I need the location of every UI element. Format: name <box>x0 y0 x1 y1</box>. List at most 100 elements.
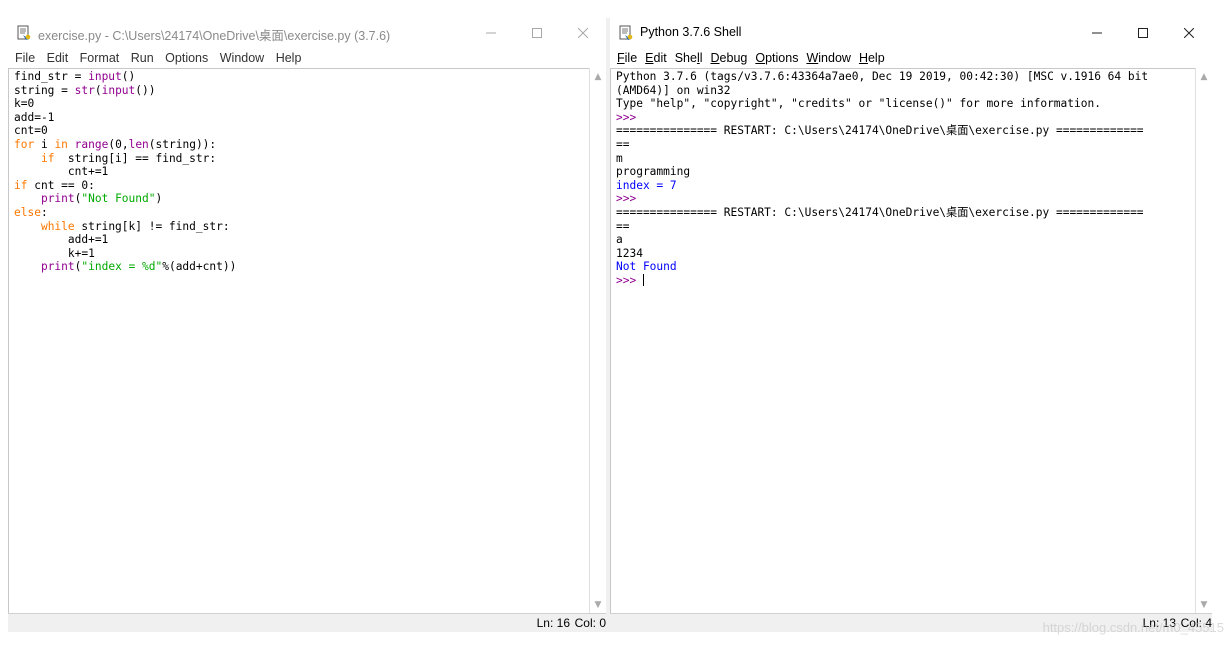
editor-titlebar[interactable]: exercise.py - C:\Users\24174\OneDrive\桌面… <box>8 18 606 48</box>
editor-window: exercise.py - C:\Users\24174\OneDrive\桌面… <box>8 18 606 632</box>
close-icon <box>577 27 589 39</box>
code-token: for <box>14 137 35 151</box>
minimize-button[interactable] <box>1074 18 1120 48</box>
editor-text-area[interactable]: find_str = input() string = str(input()) k… <box>8 68 590 614</box>
code-line: cnt+=1 <box>14 165 590 179</box>
code-line: k+=1 <box>14 247 590 261</box>
menu-edit[interactable]: Edit <box>645 48 667 68</box>
shell-line: >>> <box>616 111 1196 125</box>
menu-help[interactable]: Help <box>276 48 302 68</box>
shell-line: a <box>616 233 1196 247</box>
minimize-icon <box>1092 32 1102 34</box>
maximize-icon <box>1138 28 1148 38</box>
shell-line: (AMD64)] on win32 <box>616 84 1196 98</box>
scroll-down-icon[interactable]: ▼ <box>1196 598 1212 612</box>
code-token: == <box>616 219 630 233</box>
shell-line: >>> <box>616 192 1196 206</box>
shell-line: == <box>616 220 1196 234</box>
code-token: : <box>40 205 48 219</box>
code-token: =============== RESTART: C:\Users\24174\… <box>616 124 1144 138</box>
menu-file[interactable]: File <box>617 48 637 68</box>
watermark: https://blog.csdn.net/m0_45515 <box>1042 620 1224 635</box>
editor-line-number: Ln: 16 <box>536 616 570 630</box>
code-token: >>> <box>616 110 643 124</box>
shell-line: Python 3.7.6 (tags/v3.7.6:43364a7ae0, De… <box>616 70 1196 84</box>
shell-line: programming <box>616 165 1196 179</box>
shell-line: =============== RESTART: C:\Users\24174\… <box>616 124 1196 138</box>
shell-titlebar[interactable]: Python 3.7.6 Shell <box>610 18 1212 48</box>
code-line: add+=1 <box>14 233 590 247</box>
close-button[interactable] <box>1166 18 1212 48</box>
code-token: (string)): <box>148 137 217 151</box>
code-token: string[k] != find_str: <box>74 219 230 233</box>
code-token: string = <box>14 83 75 97</box>
shell-line: Not Found <box>616 260 1196 274</box>
maximize-button[interactable] <box>514 18 560 48</box>
scroll-up-icon[interactable]: ▲ <box>590 70 606 84</box>
code-token: (AMD64)] on win32 <box>616 83 731 97</box>
menu-window[interactable]: Window <box>220 48 264 68</box>
code-token: cnt+=1 <box>14 165 109 179</box>
code-token: find_str = <box>14 70 89 83</box>
shell-text-area[interactable]: Python 3.7.6 (tags/v3.7.6:43364a7ae0, De… <box>610 68 1196 614</box>
menu-file[interactable]: File <box>15 48 35 68</box>
scroll-up-icon[interactable]: ▲ <box>1196 70 1212 84</box>
code-token: str <box>74 83 95 97</box>
code-token: "Not Found" <box>81 192 156 206</box>
editor-title: exercise.py - C:\Users\24174\OneDrive\桌面… <box>38 29 391 43</box>
editor-statusbar: Ln: 16 Col: 0 <box>8 613 606 632</box>
code-token: >>> <box>616 273 643 287</box>
code-token: print <box>40 260 75 274</box>
menu-help[interactable]: Help <box>859 48 885 68</box>
menu-format[interactable]: Format <box>80 48 120 68</box>
code-token: add=-1 <box>14 110 55 124</box>
idle-file-icon <box>17 25 31 40</box>
shell-line: index = 7 <box>616 179 1196 193</box>
shell-line: == <box>616 138 1196 152</box>
minimize-button[interactable] <box>468 18 514 48</box>
code-token: 1234 <box>616 246 643 260</box>
editor-column-number: Col: 0 <box>574 616 606 630</box>
shell-line: Type "help", "copyright", "credits" or "… <box>616 97 1196 111</box>
code-token: ( <box>94 83 102 97</box>
maximize-button[interactable] <box>1120 18 1166 48</box>
code-line: add=-1 <box>14 111 590 125</box>
code-line: else: <box>14 206 590 220</box>
code-token: ) <box>155 192 163 206</box>
code-token: range <box>74 137 109 151</box>
code-token: ()) <box>135 83 156 97</box>
code-token: =============== RESTART: C:\Users\24174\… <box>616 205 1144 219</box>
code-line: cnt=0 <box>14 124 590 138</box>
code-token: Type "help", "copyright", "credits" or "… <box>616 97 1101 111</box>
scroll-down-icon[interactable]: ▼ <box>590 598 606 612</box>
editor-menubar: File Edit Format Run Options Window Help <box>8 48 606 68</box>
code-token: Python 3.7.6 (tags/v3.7.6:43364a7ae0, De… <box>616 70 1149 83</box>
code-line: k=0 <box>14 97 590 111</box>
menu-options[interactable]: Options <box>165 48 208 68</box>
shell-line: =============== RESTART: C:\Users\24174\… <box>616 206 1196 220</box>
shell-line: 1234 <box>616 247 1196 261</box>
code-content: find_str = input() string = str(input()) k… <box>9 69 590 274</box>
menu-shell[interactable]: Shell <box>675 48 703 68</box>
shell-window: Python 3.7.6 Shell File Edit Shell Debug Opt… <box>610 18 1212 632</box>
menu-window[interactable]: Window <box>806 48 850 68</box>
shell-vertical-scrollbar[interactable]: ▲ ▼ <box>1195 68 1212 614</box>
menu-run[interactable]: Run <box>131 48 154 68</box>
editor-vertical-scrollbar[interactable]: ▲ ▼ <box>589 68 606 614</box>
code-token: a <box>616 233 623 247</box>
shell-title: Python 3.7.6 Shell <box>640 25 742 39</box>
shell-output: Python 3.7.6 (tags/v3.7.6:43364a7ae0, De… <box>611 69 1196 288</box>
shell-line: >>> <box>616 273 1196 288</box>
menu-debug[interactable]: Debug <box>711 48 748 68</box>
menu-edit[interactable]: Edit <box>47 48 69 68</box>
close-button[interactable] <box>560 18 606 48</box>
minimize-icon <box>486 32 496 34</box>
code-token: while <box>40 219 75 233</box>
code-token: in <box>54 137 68 151</box>
menu-options[interactable]: Options <box>755 48 798 68</box>
